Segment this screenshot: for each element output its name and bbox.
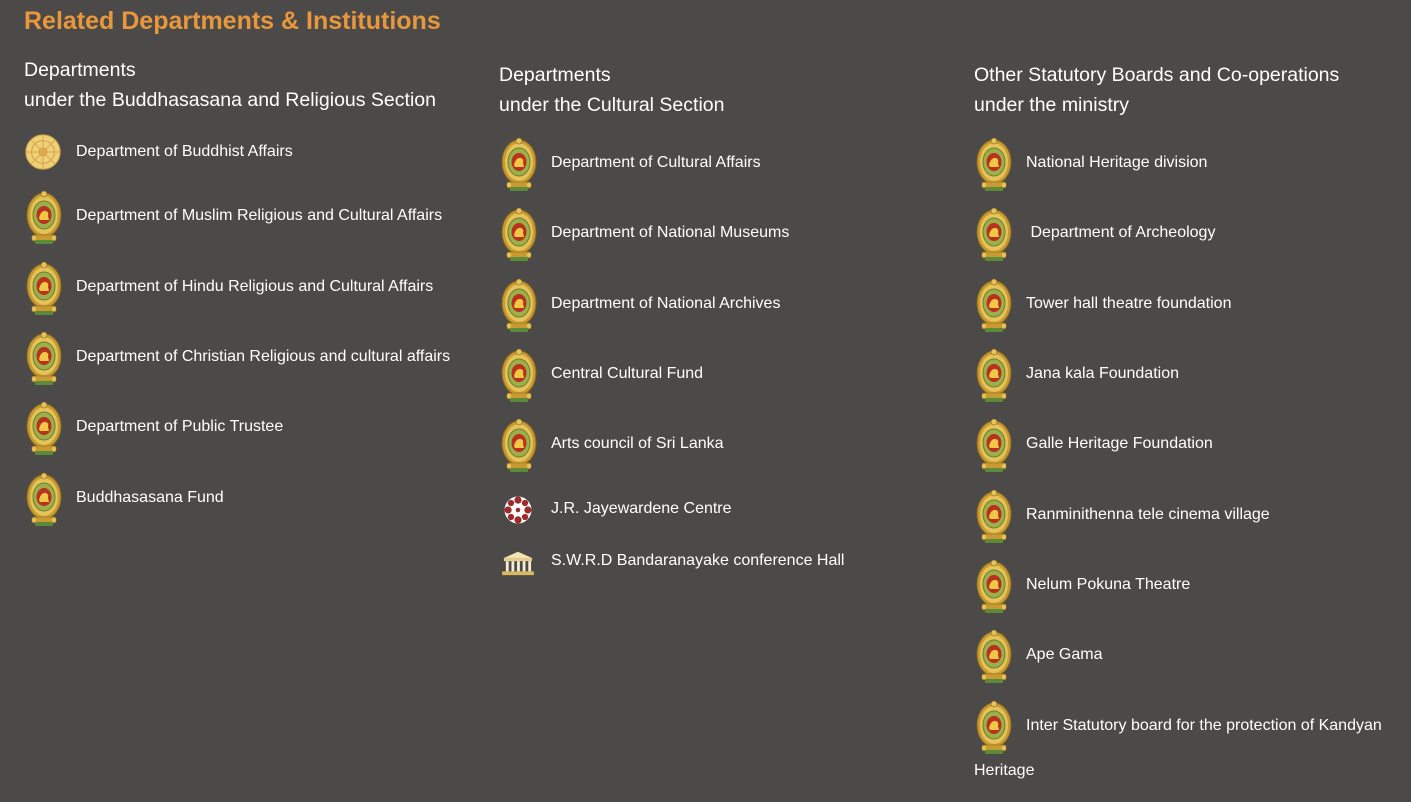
- link-label: Arts council of Sri Lanka: [551, 435, 724, 452]
- dharma-wheel-icon: [24, 133, 64, 173]
- link-label: Ranminithenna tele cinema village: [1026, 506, 1270, 523]
- link-label: Nelum Pokuna Theatre: [1026, 576, 1191, 593]
- section-heading-line1: Other Statutory Boards and Co-operations: [974, 64, 1340, 86]
- link-label: Department of Buddhist Affairs: [76, 143, 293, 160]
- jr-centre-logo-icon: [499, 492, 539, 528]
- section-heading-religious: Departments under the Buddhasasana and R…: [24, 55, 436, 115]
- section-heading-cultural: Departments under the Cultural Section: [499, 60, 724, 120]
- link-label: J.R. Jayewardene Centre: [551, 500, 732, 517]
- sri-lanka-emblem-icon: [24, 401, 64, 457]
- link-label: Central Cultural Fund: [551, 365, 704, 382]
- link-label: Buddhasasana Fund: [76, 489, 224, 506]
- link-label: Jana kala Foundation: [1026, 365, 1179, 382]
- link-label-continuation: Heritage: [974, 762, 1035, 779]
- sri-lanka-emblem-icon: [499, 348, 539, 404]
- related-departments-section: Related Departments & Institutions Depar…: [0, 0, 1411, 802]
- sri-lanka-emblem-icon: [24, 331, 64, 387]
- sri-lanka-emblem-icon: [974, 137, 1014, 193]
- sri-lanka-emblem-icon: [499, 278, 539, 334]
- sri-lanka-emblem-icon: [974, 559, 1014, 615]
- section-heading-line2: under the ministry: [974, 94, 1129, 116]
- link-label: S.W.R.D Bandaranayake conference Hall: [551, 552, 845, 569]
- sri-lanka-emblem-icon: [974, 348, 1014, 404]
- link-label: Tower hall theatre foundation: [1026, 295, 1232, 312]
- sri-lanka-emblem-icon: [974, 418, 1014, 474]
- link-label: Department of Public Trustee: [76, 418, 284, 435]
- conference-hall-logo-icon: [499, 549, 539, 579]
- sri-lanka-emblem-icon: [974, 489, 1014, 545]
- link-label: Department of National Archives: [551, 295, 781, 312]
- sri-lanka-emblem-icon: [24, 190, 64, 246]
- sri-lanka-emblem-icon: [974, 207, 1014, 263]
- sri-lanka-emblem-icon: [24, 472, 64, 528]
- section-heading-statutory: Other Statutory Boards and Co-operations…: [974, 60, 1339, 120]
- sri-lanka-emblem-icon: [974, 700, 1014, 756]
- section-heading-line2: under the Buddhasasana and Religious Sec…: [24, 89, 436, 111]
- link-label: Department of National Museums: [551, 224, 790, 241]
- sri-lanka-emblem-icon: [499, 418, 539, 474]
- sri-lanka-emblem-icon: [24, 261, 64, 317]
- link-label: Department of Archeology: [1026, 224, 1216, 241]
- sri-lanka-emblem-icon: [974, 629, 1014, 685]
- link-label: Department of Christian Religious and cu…: [76, 348, 451, 365]
- link-label: Department of Muslim Religious and Cultu…: [76, 207, 443, 224]
- link-label: National Heritage division: [1026, 154, 1208, 171]
- link-label: Ape Gama: [1026, 646, 1103, 663]
- link-label: Inter Statutory board for the protection…: [1026, 717, 1382, 734]
- link-inter-statutory-board-kandyan-heritage[interactable]: Inter Statutory board for the protection…: [974, 700, 1404, 790]
- page-title: Related Departments & Institutions: [24, 7, 441, 35]
- section-heading-line1: Departments: [499, 64, 611, 86]
- sri-lanka-emblem-icon: [499, 207, 539, 263]
- link-label: Department of Cultural Affairs: [551, 154, 761, 171]
- sri-lanka-emblem-icon: [499, 137, 539, 193]
- section-heading-line1: Departments: [24, 59, 136, 81]
- link-label: Galle Heritage Foundation: [1026, 435, 1213, 452]
- sri-lanka-emblem-icon: [974, 278, 1014, 334]
- section-heading-line2: under the Cultural Section: [499, 94, 725, 116]
- link-label: Department of Hindu Religious and Cultur…: [76, 278, 434, 295]
